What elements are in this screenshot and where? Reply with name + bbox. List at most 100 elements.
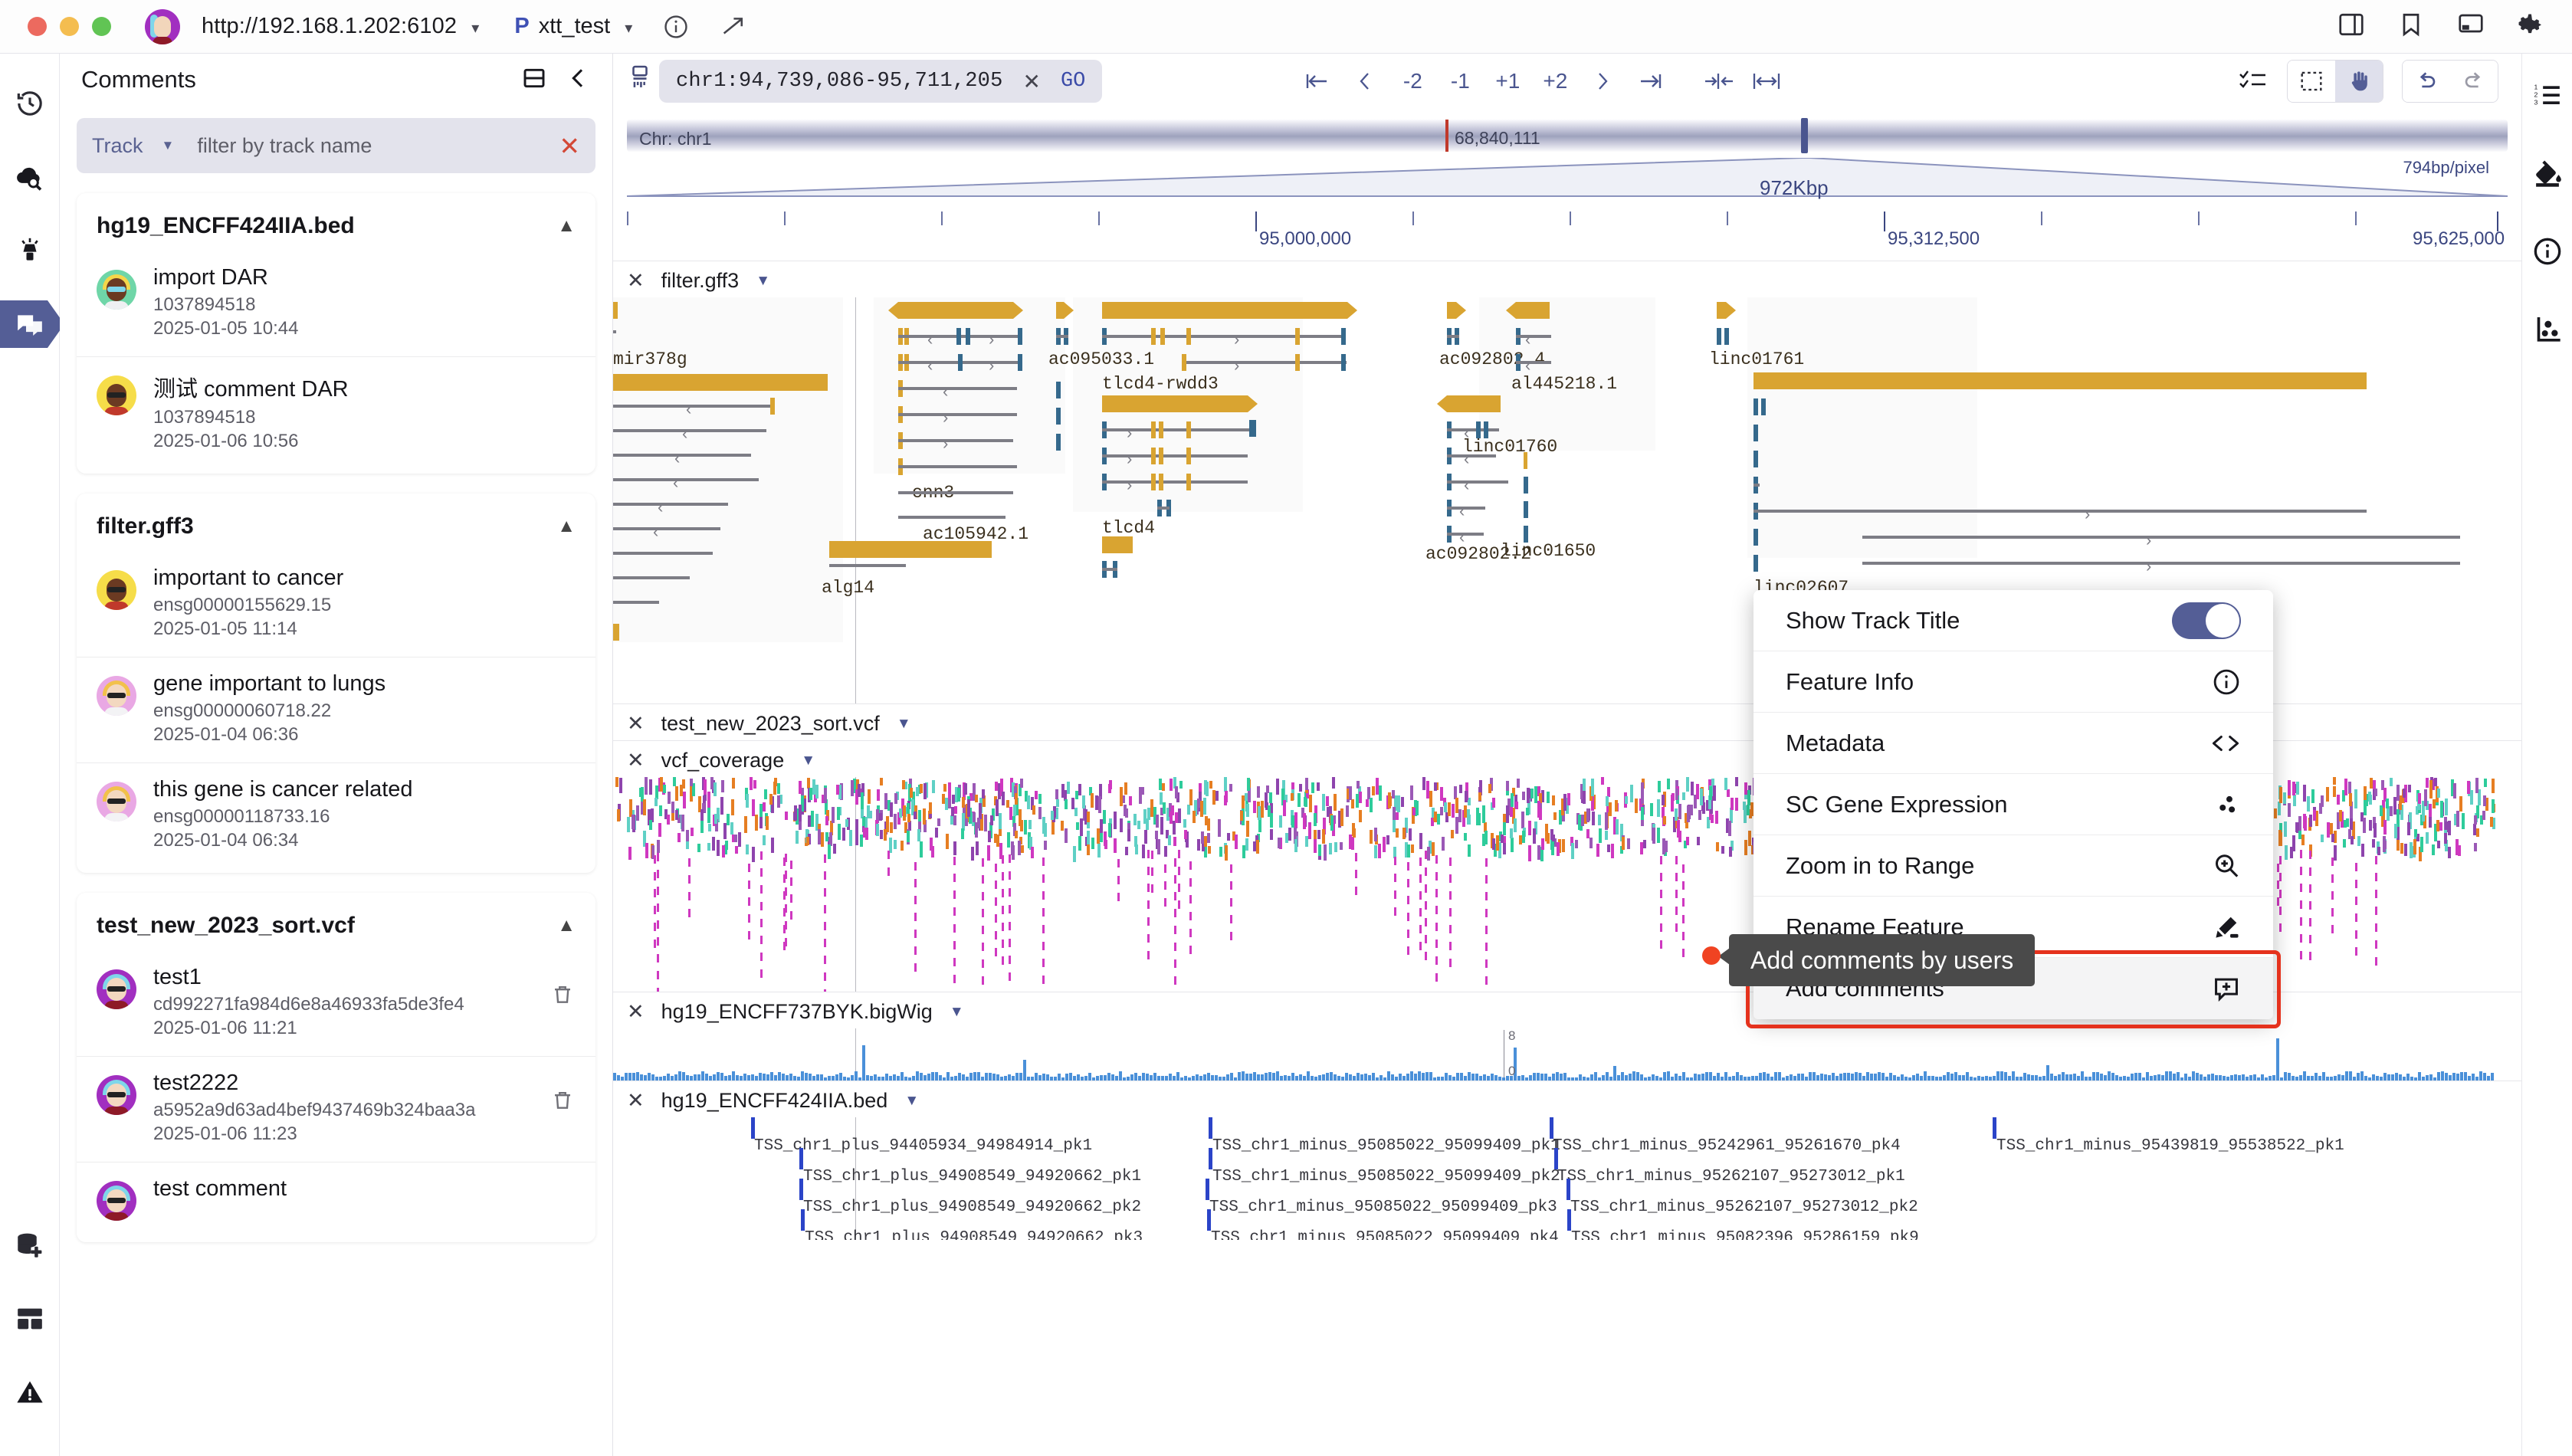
- comment-list-item[interactable]: test2222 a5952a9d63ad4bef9437469b324baa3…: [77, 1056, 595, 1162]
- nav-zoom-out-1-button[interactable]: -1: [1436, 59, 1484, 103]
- nav-next-button[interactable]: [1579, 59, 1626, 103]
- rail-item-scatter-plot[interactable]: [2532, 313, 2563, 348]
- rail-item-add-database[interactable]: [0, 1215, 60, 1275]
- tab-name[interactable]: xtt_test ▾: [539, 14, 633, 39]
- comment-list-item[interactable]: gene important to lungs ensg00000060718.…: [77, 657, 595, 762]
- ideogram-bar[interactable]: [627, 120, 2508, 152]
- comment-group-header[interactable]: test_new_2023_sort.vcf ▲: [77, 893, 595, 951]
- maximize-window-button[interactable]: [92, 17, 111, 36]
- delete-comment-button[interactable]: [551, 983, 574, 1010]
- rail-item-layout[interactable]: [0, 1289, 60, 1349]
- avatar: [97, 1075, 136, 1115]
- track-canvas-bed[interactable]: TSS_chr1_plus_94405934_94984914_pk1 TSS_…: [613, 1117, 2521, 1240]
- close-track-icon[interactable]: ✕: [627, 269, 645, 293]
- comment-title: 测试 comment DAR: [153, 377, 349, 402]
- context-menu-item-feature-info[interactable]: Feature Info: [1753, 651, 2273, 713]
- nav-prev-button[interactable]: [1341, 59, 1389, 103]
- location-input[interactable]: chr1:94,739,086-95,711,205: [676, 70, 1002, 93]
- context-menu-item-sc-gene-expression[interactable]: SC Gene Expression: [1753, 774, 2273, 835]
- minimize-window-button[interactable]: [60, 17, 79, 36]
- redo-icon[interactable]: [2450, 61, 2498, 102]
- ideogram-cursor[interactable]: [1801, 118, 1808, 153]
- info-icon[interactable]: [663, 14, 689, 40]
- close-track-icon[interactable]: ✕: [627, 1089, 645, 1113]
- ruler-icon[interactable]: [627, 64, 653, 99]
- bed-feature-label: TSS_chr1_minus_95082396_95286159_pk9: [1571, 1229, 1919, 1240]
- track-filter-bar[interactable]: Track ▼ filter by track name ✕: [77, 118, 595, 173]
- show-track-title-toggle[interactable]: [2172, 602, 2241, 639]
- chevron-down-icon[interactable]: ▼: [897, 716, 911, 733]
- split-panel-icon[interactable]: [522, 66, 546, 94]
- chevron-up-icon[interactable]: ▲: [557, 215, 576, 237]
- chevron-down-icon[interactable]: ▼: [756, 273, 770, 290]
- hand-pan-icon[interactable]: [2335, 61, 2383, 102]
- window-controls[interactable]: [28, 17, 111, 36]
- fit-width-button[interactable]: [1743, 59, 1790, 103]
- context-menu-item-metadata[interactable]: Metadata: [1753, 713, 2273, 774]
- checklist-icon[interactable]: [2238, 68, 2269, 95]
- chevron-up-icon[interactable]: ▲: [557, 915, 576, 936]
- comment-list-item[interactable]: 测试 comment DAR 1037894518 2025-01-06 10:…: [77, 356, 595, 469]
- comment-group-header[interactable]: filter.gff3 ▲: [77, 494, 595, 552]
- rail-item-history[interactable]: [0, 74, 60, 133]
- rail-item-comments[interactable]: [0, 294, 64, 354]
- nav-zoom-in-1-button[interactable]: +1: [1484, 59, 1531, 103]
- rail-item-paint-bucket[interactable]: [2531, 157, 2564, 193]
- comment-list-item[interactable]: this gene is cancer related ensg00000118…: [77, 762, 595, 868]
- rail-item-highlighter[interactable]: [0, 221, 60, 280]
- screen-icon[interactable]: [2457, 11, 2485, 42]
- track-canvas-bigwig[interactable]: 8 0: [613, 1028, 2521, 1081]
- user-avatar[interactable]: [145, 8, 180, 44]
- track-filter-input[interactable]: filter by track name: [197, 134, 551, 158]
- comment-list-item[interactable]: test comment: [77, 1162, 595, 1238]
- rail-item-warning[interactable]: [0, 1363, 60, 1422]
- delete-comment-button[interactable]: [551, 1089, 574, 1116]
- gene-label: tlcd4: [1102, 518, 1156, 538]
- rail-item-info-circle[interactable]: [2532, 236, 2563, 271]
- context-menu-item-show-track-title[interactable]: Show Track Title: [1753, 590, 2273, 651]
- chevron-down-icon[interactable]: ▼: [950, 1004, 964, 1021]
- close-track-icon[interactable]: ✕: [627, 1000, 645, 1024]
- chevron-down-icon[interactable]: ▼: [904, 1093, 919, 1110]
- zoom-to-selection-button[interactable]: [1695, 59, 1743, 103]
- location-input-box[interactable]: chr1:94,739,086-95,711,205 ✕ GO: [659, 60, 1103, 103]
- chevron-up-icon[interactable]: ▲: [557, 516, 576, 537]
- chromosome-ideogram[interactable]: Chr: chr1 68,840,111: [627, 113, 2508, 158]
- clear-filter-button[interactable]: ✕: [559, 131, 580, 161]
- coordinate-ruler[interactable]: 95,000,000 95,312,500 95,625,000: [627, 212, 2508, 259]
- chevron-down-icon[interactable]: ▼: [801, 753, 815, 769]
- nav-zoom-out-2-button[interactable]: -2: [1389, 59, 1436, 103]
- share-icon[interactable]: [720, 14, 746, 40]
- rail-item-cloud-search[interactable]: [0, 147, 60, 207]
- comment-marker-dot[interactable]: [1702, 946, 1721, 965]
- undo-icon[interactable]: [2403, 61, 2450, 102]
- chevron-down-icon[interactable]: ▼: [162, 138, 175, 153]
- panel-layout-icon[interactable]: [2337, 11, 2365, 42]
- url-text[interactable]: http://192.168.1.202:6102 ▾: [202, 14, 479, 39]
- bookmark-icon[interactable]: [2397, 11, 2425, 42]
- comment-list-item[interactable]: important to cancer ensg00000155629.15 2…: [77, 552, 595, 657]
- filter-track-select[interactable]: Track: [92, 134, 143, 158]
- gene-label: ac095033.1: [1048, 349, 1155, 369]
- context-menu-item-zoom-in-to-range[interactable]: Zoom in to Range: [1753, 835, 2273, 897]
- comment-list-item[interactable]: test1 cd992271fa984d6e8a46933fa5de3fe4 2…: [77, 951, 595, 1056]
- nav-jump-start-button[interactable]: [1294, 59, 1341, 103]
- nav-jump-end-button[interactable]: [1626, 59, 1674, 103]
- track-header[interactable]: ✕ hg19_ENCFF424IIA.bed ▼: [613, 1081, 2521, 1117]
- close-track-icon[interactable]: ✕: [627, 712, 645, 736]
- chevron-down-icon[interactable]: ▾: [625, 18, 632, 38]
- close-track-icon[interactable]: ✕: [627, 749, 645, 772]
- go-button[interactable]: GO: [1061, 70, 1085, 93]
- nav-zoom-in-2-button[interactable]: +2: [1531, 59, 1579, 103]
- rect-select-icon[interactable]: [2288, 61, 2335, 102]
- gear-icon[interactable]: [2517, 11, 2544, 42]
- track-header[interactable]: ✕ filter.gff3 ▼: [613, 261, 2521, 297]
- bed-feature-label: TSS_chr1_plus_94908549_94920662_pk3: [805, 1229, 1143, 1240]
- clear-location-button[interactable]: ✕: [1022, 69, 1040, 94]
- comment-group-header[interactable]: hg19_ENCFF424IIA.bed ▲: [77, 193, 595, 251]
- chevron-down-icon[interactable]: ▾: [471, 18, 479, 38]
- comment-list-item[interactable]: import DAR 1037894518 2025-01-05 10:44: [77, 251, 595, 356]
- close-window-button[interactable]: [28, 17, 47, 36]
- rail-item-ordered-list[interactable]: 1 2 3: [2532, 80, 2563, 114]
- collapse-left-icon[interactable]: [566, 66, 591, 94]
